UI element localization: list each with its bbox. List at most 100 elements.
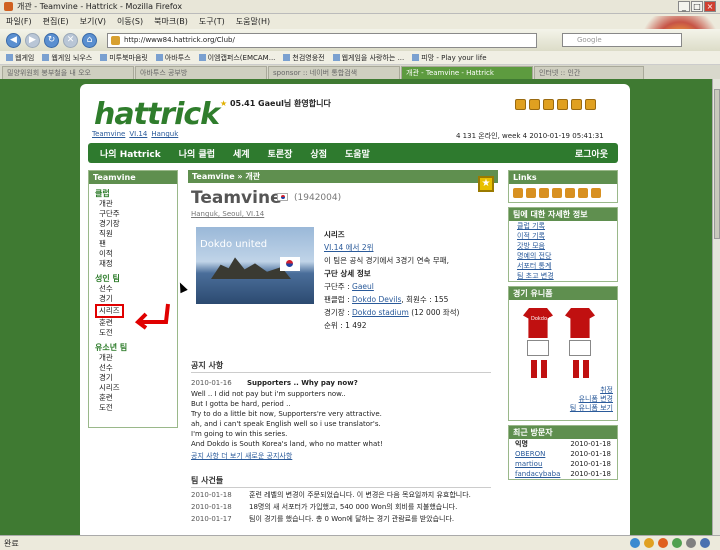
menu-item-youth-training[interactable]: 훈련: [89, 393, 177, 403]
stadium-link[interactable]: Dokdo stadium: [352, 308, 409, 317]
menu-item-fans[interactable]: 팬: [89, 239, 177, 249]
bookmark-item[interactable]: 웹게임 뇌우스: [42, 53, 92, 63]
menu-item-stadium[interactable]: 경기장: [89, 219, 177, 229]
bookmark-item[interactable]: 웹게임을 사랑하는 ...: [333, 53, 405, 63]
menu-item-players[interactable]: 선수: [89, 284, 177, 294]
menu-item-overview[interactable]: 개관: [89, 199, 177, 209]
league-link[interactable]: VI.14: [129, 130, 147, 138]
menu-item-youth-overview[interactable]: 개관: [89, 353, 177, 363]
nav-forum[interactable]: 토론장: [268, 147, 293, 160]
visitor-link[interactable]: OBERON: [515, 449, 545, 459]
back-button[interactable]: ◀: [6, 32, 21, 48]
menu-tools[interactable]: 도구(T): [199, 16, 225, 27]
series-link[interactable]: VI.14 에서 2위: [324, 243, 374, 252]
url-bar[interactable]: http://www84.hattrick.org/Club/: [107, 32, 537, 48]
visitor-link[interactable]: fandacybaba: [515, 469, 560, 479]
addon-icon[interactable]: [700, 538, 710, 548]
chart-icon[interactable]: [539, 188, 549, 198]
browser-tab[interactable]: sponsor :: 네이버 통합검색: [268, 66, 400, 79]
detail-link[interactable]: 갓방 모음: [509, 241, 617, 251]
visitor-link[interactable]: martiou: [515, 459, 542, 469]
favorite-star-icon[interactable]: ★: [478, 176, 494, 192]
unbeaten-streak: 이 팀은 공식 경기에서 3경기 연속 무패,: [324, 256, 449, 265]
nav-shop[interactable]: 상점: [310, 147, 327, 160]
search-input[interactable]: Google: [562, 33, 682, 47]
menu-bookmarks[interactable]: 북마크(B): [154, 16, 188, 27]
scrollbar-thumb[interactable]: [714, 89, 720, 239]
menu-file[interactable]: 파일(F): [6, 16, 32, 27]
stop-button[interactable]: ✕: [63, 32, 78, 48]
kit-view-link[interactable]: 팀 유니폼 보기: [509, 404, 617, 413]
addon-icon[interactable]: [644, 538, 654, 548]
menu-item-finances[interactable]: 재정: [89, 259, 177, 269]
menu-item-youth-series[interactable]: 시리즈: [89, 383, 177, 393]
bookmark-item[interactable]: 피망 - Play your life: [412, 53, 486, 63]
country-link[interactable]: Hanguk: [151, 130, 178, 138]
forum-icon[interactable]: [543, 99, 554, 110]
settings-icon[interactable]: [557, 99, 568, 110]
addon-icon[interactable]: [658, 538, 668, 548]
kit-top-link[interactable]: 취정: [509, 386, 617, 395]
browser-tab-active[interactable]: 개관 - Teamvine - Hattrick: [401, 66, 533, 79]
browser-tab[interactable]: 인터넷 :: 인간: [534, 66, 644, 79]
menu-item-staff[interactable]: 직원: [89, 229, 177, 239]
news-more-links[interactable]: 공지 사항 더 보기 새로운 공지사항: [191, 451, 491, 461]
close-button[interactable]: ×: [704, 1, 716, 12]
search-icon[interactable]: [515, 99, 526, 110]
logout-link[interactable]: 로그아웃: [575, 147, 608, 160]
detail-link[interactable]: 명예의 전당: [509, 251, 617, 261]
nav-help[interactable]: 도움말: [345, 147, 370, 160]
menu-help[interactable]: 도움말(H): [236, 16, 270, 27]
note-icon[interactable]: [585, 99, 596, 110]
minimize-button[interactable]: _: [678, 1, 690, 12]
calendar-icon[interactable]: [571, 99, 582, 110]
bookmark-item[interactable]: 웹게임: [6, 53, 34, 63]
forward-button[interactable]: ▶: [25, 32, 40, 48]
mail-icon[interactable]: [529, 99, 540, 110]
bookmark-item[interactable]: 이엠캡퍼스(EMCAM...: [199, 53, 276, 63]
gear-icon[interactable]: [591, 188, 601, 198]
menu-item-series[interactable]: 시리즈: [95, 304, 124, 318]
detail-link[interactable]: 서포터 통계: [509, 261, 617, 271]
home-button[interactable]: ⌂: [82, 32, 97, 48]
addon-icon[interactable]: [672, 538, 682, 548]
menu-go[interactable]: 이동(S): [117, 16, 143, 27]
nav-my-hattrick[interactable]: 나의 Hattrick: [100, 147, 161, 160]
hattrick-logo[interactable]: hattrick: [94, 97, 220, 132]
bookmark-item[interactable]: 천검영웅전: [283, 53, 324, 63]
search-icon[interactable]: [578, 188, 588, 198]
menu-item-youth-challenges[interactable]: 도전: [89, 403, 177, 413]
trophy-icon[interactable]: [526, 188, 536, 198]
badge-icon[interactable]: [552, 188, 562, 198]
menu-item-youth-matches[interactable]: 경기: [89, 373, 177, 383]
reload-button[interactable]: ↻: [44, 32, 59, 48]
team-link[interactable]: Teamvine: [92, 130, 125, 138]
home-shirt: [523, 308, 553, 338]
scrollbar[interactable]: [712, 79, 720, 535]
maximize-button[interactable]: □: [691, 1, 703, 12]
kit-change-link[interactable]: 유니폼 변경: [509, 395, 617, 404]
fanclub-link[interactable]: Dokdo Devils: [352, 295, 401, 304]
menu-item-owner[interactable]: 구단주: [89, 209, 177, 219]
owner-link[interactable]: Gaeul: [352, 282, 374, 291]
browser-tab[interactable]: 아바투스 공부방: [135, 66, 267, 79]
detail-link[interactable]: 이적 기록: [509, 231, 617, 241]
away-sock: [573, 360, 579, 378]
nav-world[interactable]: 세계: [233, 147, 250, 160]
nav-my-club[interactable]: 나의 클럽: [179, 147, 215, 160]
bookmark-item[interactable]: 미투북마음릿: [100, 53, 148, 63]
youth-section-title: 유소년 팀: [95, 343, 128, 352]
addon-icon[interactable]: [686, 538, 696, 548]
menu-edit[interactable]: 편집(E): [43, 16, 69, 27]
hattrick-icon[interactable]: [565, 188, 575, 198]
menu-item-youth-players[interactable]: 선수: [89, 363, 177, 373]
menu-item-transfers[interactable]: 이적: [89, 249, 177, 259]
addon-icon[interactable]: [630, 538, 640, 548]
browser-tab[interactable]: 밀양위원회 봉부철을 내 오오: [2, 66, 134, 79]
bookmark-item[interactable]: 아바투스: [156, 53, 191, 63]
detail-link[interactable]: 클럽 기록: [509, 221, 617, 231]
menu-view[interactable]: 보기(V): [80, 16, 106, 27]
detail-link[interactable]: 팀 초고 변경: [509, 271, 617, 281]
autohattrick-icon[interactable]: [513, 188, 523, 198]
location-links[interactable]: Hanguk, Seoul, VI.14: [191, 210, 264, 218]
